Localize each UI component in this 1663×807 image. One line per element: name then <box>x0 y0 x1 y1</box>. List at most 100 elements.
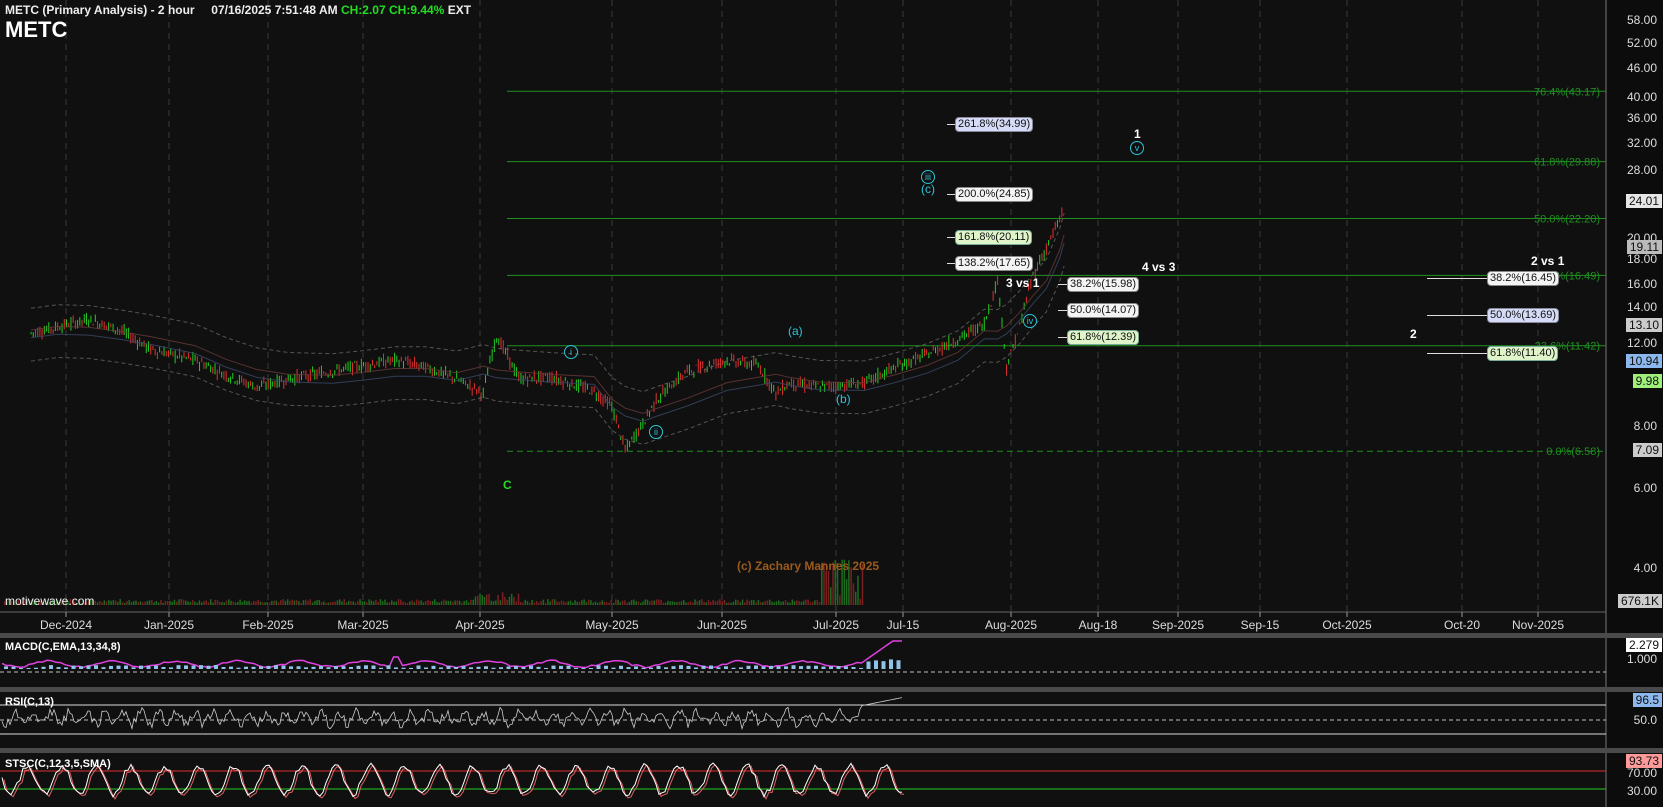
ytick-32: 32.00 <box>1626 136 1657 150</box>
pane-separator-macd[interactable] <box>0 633 1663 638</box>
pane-separator-stoch[interactable] <box>0 748 1663 753</box>
volume-bar-85 <box>196 602 198 605</box>
volume-bar-117 <box>268 602 271 605</box>
volume-bar-205 <box>467 602 470 605</box>
macd-hist-109 <box>821 666 826 669</box>
volume-bar-146 <box>334 601 336 605</box>
volume-bar-246 <box>560 600 563 605</box>
macd-hist-101 <box>761 666 766 669</box>
xtick-jul-2025: Jul-2025 <box>812 618 860 632</box>
macd-hist-44 <box>334 666 338 669</box>
volume-bar-137 <box>314 600 316 605</box>
volume-bar-219 <box>499 600 502 605</box>
xtick-feb-2025: Feb-2025 <box>242 618 294 632</box>
volume-bar-355 <box>807 599 809 605</box>
volume-bar-270 <box>615 599 617 605</box>
macd-hist-94 <box>709 665 713 669</box>
macd-hist-115 <box>866 661 871 669</box>
volume-bar-98 <box>225 600 228 605</box>
volume-bar-51 <box>119 599 121 605</box>
volume-bar-197 <box>449 600 452 605</box>
macd-hist-92 <box>694 667 698 669</box>
volume-bar-279 <box>635 601 637 605</box>
volume-bar-222 <box>506 599 508 605</box>
macd-hist-34 <box>259 666 263 669</box>
macd-hist-21 <box>161 666 166 669</box>
fib-label-2: 50.0%(22.20) <box>1534 214 1600 226</box>
wave-c-top: (c) <box>921 182 935 196</box>
volume-bar-294 <box>669 601 671 605</box>
macd-hist-59 <box>446 665 451 669</box>
stoch-signal <box>3 764 905 801</box>
macd-hist-81 <box>611 667 616 669</box>
volume-bar-102 <box>234 602 237 605</box>
volume-bar-155 <box>354 602 357 605</box>
volume-bar-195 <box>445 600 447 605</box>
volume-bar-124 <box>284 600 287 605</box>
volume-bar-239 <box>544 602 547 605</box>
volume-bar-337 <box>766 600 769 605</box>
volume-bar-88 <box>203 600 205 605</box>
volume-bar-194 <box>443 599 445 605</box>
volume-bar-354 <box>805 599 807 605</box>
volume-bar-93 <box>214 599 216 605</box>
macd-hist-1 <box>11 666 16 669</box>
macd-hist-23 <box>176 665 181 669</box>
volume-bar-141 <box>323 601 325 605</box>
volume-bar-50 <box>117 602 119 605</box>
fib-label-1: 61.8%(29.88) <box>1534 157 1600 169</box>
volume-bar-303 <box>689 601 692 605</box>
volume-bar-325 <box>739 602 742 605</box>
volume-bar-97 <box>223 602 226 605</box>
volume-bar-199 <box>454 600 456 605</box>
xtick-jun-2025: Jun-2025 <box>696 618 748 632</box>
volume-bar-248 <box>565 602 567 605</box>
volume-bar-342 <box>778 600 780 605</box>
volume-bar-204 <box>465 600 468 605</box>
macd-hist-39 <box>296 666 301 669</box>
macd-hist-13 <box>101 667 106 669</box>
volume-bar-103 <box>237 601 239 605</box>
volume-bar-123 <box>282 599 284 605</box>
volume-bar-168 <box>384 599 386 605</box>
volume-bar-275 <box>626 602 628 605</box>
volume-bar-347 <box>789 602 791 605</box>
volume-bar-181 <box>413 602 416 605</box>
stoch-title: STSC(C,12,3,5,SMA) <box>5 758 111 770</box>
macd-hist-82 <box>619 665 623 669</box>
macd-hist-71 <box>536 666 541 669</box>
volume-bar-134 <box>307 600 309 605</box>
volume-bar-286 <box>651 600 653 605</box>
volume-bar-364 <box>827 570 830 605</box>
macd-hist-11 <box>86 665 91 669</box>
volume-bar-278 <box>633 599 635 605</box>
volume-bar-236 <box>538 602 540 605</box>
volume-bar-202 <box>461 602 463 605</box>
wave-c-low: C <box>503 478 512 492</box>
volume-bar-353 <box>802 600 805 605</box>
volume-bar-110 <box>252 600 255 605</box>
volume-bar-191 <box>436 601 438 605</box>
volume-bar-105 <box>241 602 244 605</box>
volume-bar-247 <box>563 601 565 605</box>
volume-bar-206 <box>470 599 472 605</box>
volume-bar-148 <box>338 599 341 605</box>
volume-bar-178 <box>406 602 409 605</box>
volume-bar-135 <box>309 599 312 605</box>
volume-bar-213 <box>486 594 488 605</box>
volume-bar-166 <box>379 599 382 605</box>
volume-bar-332 <box>755 602 757 605</box>
ytick-4: 4.00 <box>1633 561 1657 575</box>
volume-bar-200 <box>456 600 459 605</box>
volume-bar-227 <box>517 593 520 605</box>
volume-bar-358 <box>814 600 816 605</box>
badge-volume: 676.1K <box>1617 594 1662 608</box>
volume-bar-375 <box>852 583 855 605</box>
volume-bar-260 <box>592 602 594 605</box>
volume-bar-112 <box>257 599 259 605</box>
volume-bar-174 <box>397 599 400 605</box>
volume-bar-76 <box>176 601 178 605</box>
pane-separator-rsi[interactable] <box>0 687 1663 692</box>
volume-bar-351 <box>798 601 800 605</box>
ytick-8: 8.00 <box>1633 419 1657 433</box>
